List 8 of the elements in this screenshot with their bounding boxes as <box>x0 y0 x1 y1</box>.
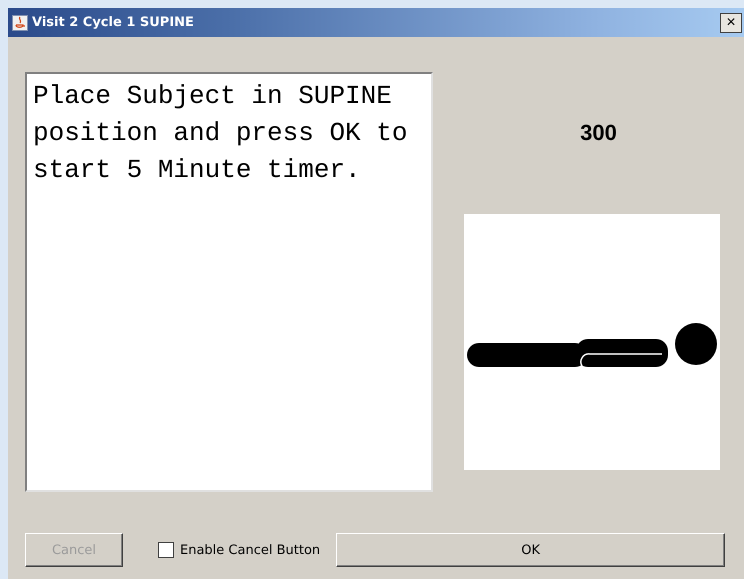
java-cup-icon <box>12 14 28 30</box>
enable-cancel-checkbox[interactable] <box>158 542 174 558</box>
ok-button[interactable]: OK <box>336 533 726 567</box>
timer-count: 300 <box>580 120 617 146</box>
instructions-text: Place Subject in SUPINE position and press OK to start 5 Minute timer. <box>25 72 433 492</box>
checkbox-label: Enable Cancel Button <box>180 542 320 558</box>
close-button[interactable]: × <box>720 12 742 32</box>
window-title: Visit 2 Cycle 1 SUPINE <box>32 15 195 30</box>
